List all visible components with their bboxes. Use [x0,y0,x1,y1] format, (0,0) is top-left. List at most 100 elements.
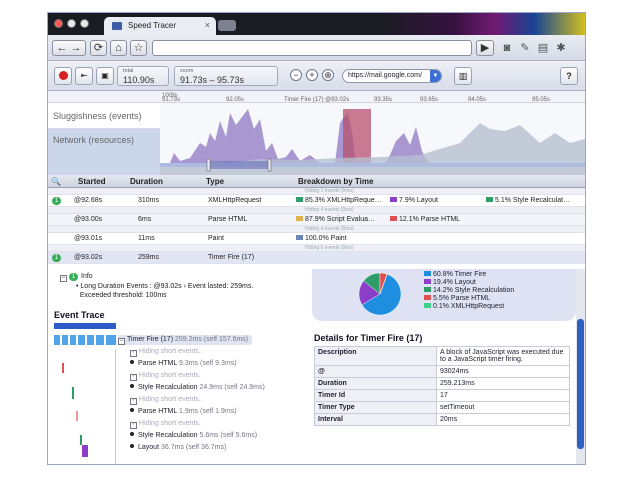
trace-node-label: Layout [138,444,160,451]
tab-close-icon[interactable]: × [205,20,210,30]
trace-hidden-events[interactable]: + Hiding short events. [130,347,201,357]
event-details-area: 60.8% Timer Fire 19.4% Layout 14.2% Styl… [48,269,576,464]
column-breakdown[interactable]: Breakdown by Time [298,177,373,186]
trace-overview-bar[interactable] [54,323,116,329]
trace-node[interactable]: Parse HTML 9.3ms (self 9.3ms) [130,359,237,369]
maximize-window-button[interactable] [80,19,89,28]
table-row[interactable]: @93.01s 11ms Paint 100.0% Paint [48,233,585,245]
expand-toggle[interactable]: + [130,398,137,405]
speed-tracer-toolbar: ⇤ ▣ total 110.90s zoom 91.73s – 95.73s −… [48,61,585,91]
trace-segment-strip[interactable] [54,335,116,345]
trace-node-label: Style Recalculation [138,432,198,439]
help-button[interactable]: ? [560,67,578,85]
record-button[interactable] [54,67,72,85]
type-cell: Timer Fire (17) [208,254,255,261]
minimize-window-button[interactable] [67,19,76,28]
started-cell: @92.68s [74,197,103,204]
scrollbar-thumb[interactable] [577,319,584,449]
trace-node[interactable]: Style Recalculation 24.9ms (self 24.9ms) [130,383,265,393]
hidden-events-row[interactable]: Hiding 6 events (0ms) [48,245,585,252]
monitored-url-select[interactable]: https://mail.google.com/ ▼ [342,69,442,83]
column-duration[interactable]: Duration [130,177,163,186]
duration-cell: 6ms [138,216,152,223]
timeline-graph[interactable] [160,103,585,175]
trace-tick-style-recalc [80,435,82,445]
browser-tab[interactable]: Speed Tracer × [104,17,216,35]
title-bar: Speed Tracer × [48,13,585,35]
hidden-events-row[interactable]: Hiding 1 events (0ms) [48,188,585,195]
zoom-fit-button[interactable]: ⊕ [322,69,334,81]
pie-legend-item: 14.2% Style Recalculation [424,287,514,295]
zoom-window[interactable] [208,161,270,169]
table-row[interactable]: 1 @92.68s 310ms XMLHttpRequest 85.3% XML… [48,195,585,207]
zoom-handle-right[interactable] [267,158,272,172]
save-icon[interactable]: ▣ [96,67,114,85]
trace-hidden-events[interactable]: + Hiding short events. [130,419,201,429]
window-controls [54,19,89,28]
trace-node[interactable]: Parse HTML 1.9ms (self 1.9ms) [130,407,237,417]
address-bar[interactable] [152,40,472,56]
hint-badge: 1 [52,197,61,205]
table-row[interactable]: @93.00s 6ms Parse HTML 87.9% Script Eval… [48,214,585,226]
network-label[interactable]: Network (resources) [48,129,160,175]
zoom-in-button[interactable]: + [306,69,318,81]
zoom-handle-left[interactable] [206,158,211,172]
clear-icon[interactable]: ⇤ [75,67,93,85]
zoom-range-value: 91.73s – 95.73s [180,75,245,85]
new-tab-button[interactable] [218,20,236,31]
expand-toggle[interactable]: + [130,350,137,357]
details-value: 93024ms [436,365,570,378]
pie-legend: 60.8% Timer Fire 19.4% Layout 14.2% Styl… [424,271,514,311]
table-row-selected[interactable]: 1 @93.02s 259ms Timer Fire (17) [48,252,585,264]
column-started[interactable]: Started [78,177,106,186]
home-icon: ⌂ [115,42,122,54]
bullet-icon [130,360,134,364]
breakdown-cell: 5.1% Style Recalculat… [486,197,570,204]
zoom-range-field: zoom 91.73s – 95.73s [174,66,278,86]
sluggishness-label[interactable]: Sluggishness (events) [48,103,160,129]
extension-icon[interactable]: ✎ [518,41,532,55]
speed-tracer-extension-icon[interactable]: ◙ [500,41,514,55]
page-play-button[interactable]: ▶ [476,40,494,56]
wrench-icon[interactable]: ✱ [554,41,568,55]
expand-toggle[interactable]: + [130,374,137,381]
column-settings-icon[interactable]: ▥ [454,67,472,85]
trace-node[interactable]: Layout 36.7ms (self 36.7ms) [130,443,226,453]
timeline-overview[interactable]: 100% 91.73s 92.05s Timer Fire (17) @93.0… [48,91,585,175]
collapse-toggle[interactable]: − [60,275,67,282]
trace-node-time: 36.7ms (self 36.7ms) [160,444,227,451]
breakdown-cell: 7.9% Layout [390,197,438,204]
trace-hidden-events[interactable]: + Hiding short events. [130,395,201,405]
collapse-toggle[interactable]: − [118,338,125,345]
details-key: Duration [314,377,437,390]
details-scrollbar[interactable] [576,269,585,464]
page-menu-icon[interactable]: ▤ [536,41,550,55]
bookmark-star-button[interactable]: ☆ [130,40,147,56]
trace-tick-layout [82,445,88,457]
home-button[interactable]: ⌂ [110,40,127,56]
hidden-events-row[interactable]: Hiding 4 events (0ms) [48,207,585,214]
trace-segment-gap [60,335,62,345]
info-line-text: Exceeded threshold: 100ms [79,292,167,299]
search-icon[interactable]: 🔍 [51,177,61,186]
bullet-icon [130,444,134,448]
back-forward-buttons[interactable]: ← → [52,40,86,56]
details-row: @93024ms [314,365,570,378]
zoom-out-button[interactable]: − [290,69,302,81]
forward-icon[interactable]: → [71,42,82,54]
details-title: Details for Timer Fire (17) [314,333,423,343]
reload-button[interactable]: ⟳ [90,40,107,56]
trace-hidden-events[interactable]: + Hiding short events. [130,371,201,381]
duration-cell: 310ms [138,197,160,204]
expand-toggle[interactable]: + [130,422,137,429]
details-value: 20ms [436,413,570,426]
trace-node-root[interactable]: − Timer Fire (17) 259.2ms (self 157.6ms) [118,335,253,345]
hidden-events-row[interactable]: Hiding 4 events (0ms) [48,226,585,233]
started-cell: @93.02s [74,254,103,261]
back-icon[interactable]: ← [56,42,67,54]
trace-node[interactable]: Style Recalculation 5.6ms (self 5.6ms) [130,431,257,441]
type-cell: XMLHttpRequest [208,197,262,204]
column-type[interactable]: Type [206,177,224,186]
close-window-button[interactable] [54,19,63,28]
browser-window: Speed Tracer × ← → ⟳ ⌂ ☆ ▶ ◙ ✎ ▤ ✱ ⇤ ▣ t… [47,12,586,465]
